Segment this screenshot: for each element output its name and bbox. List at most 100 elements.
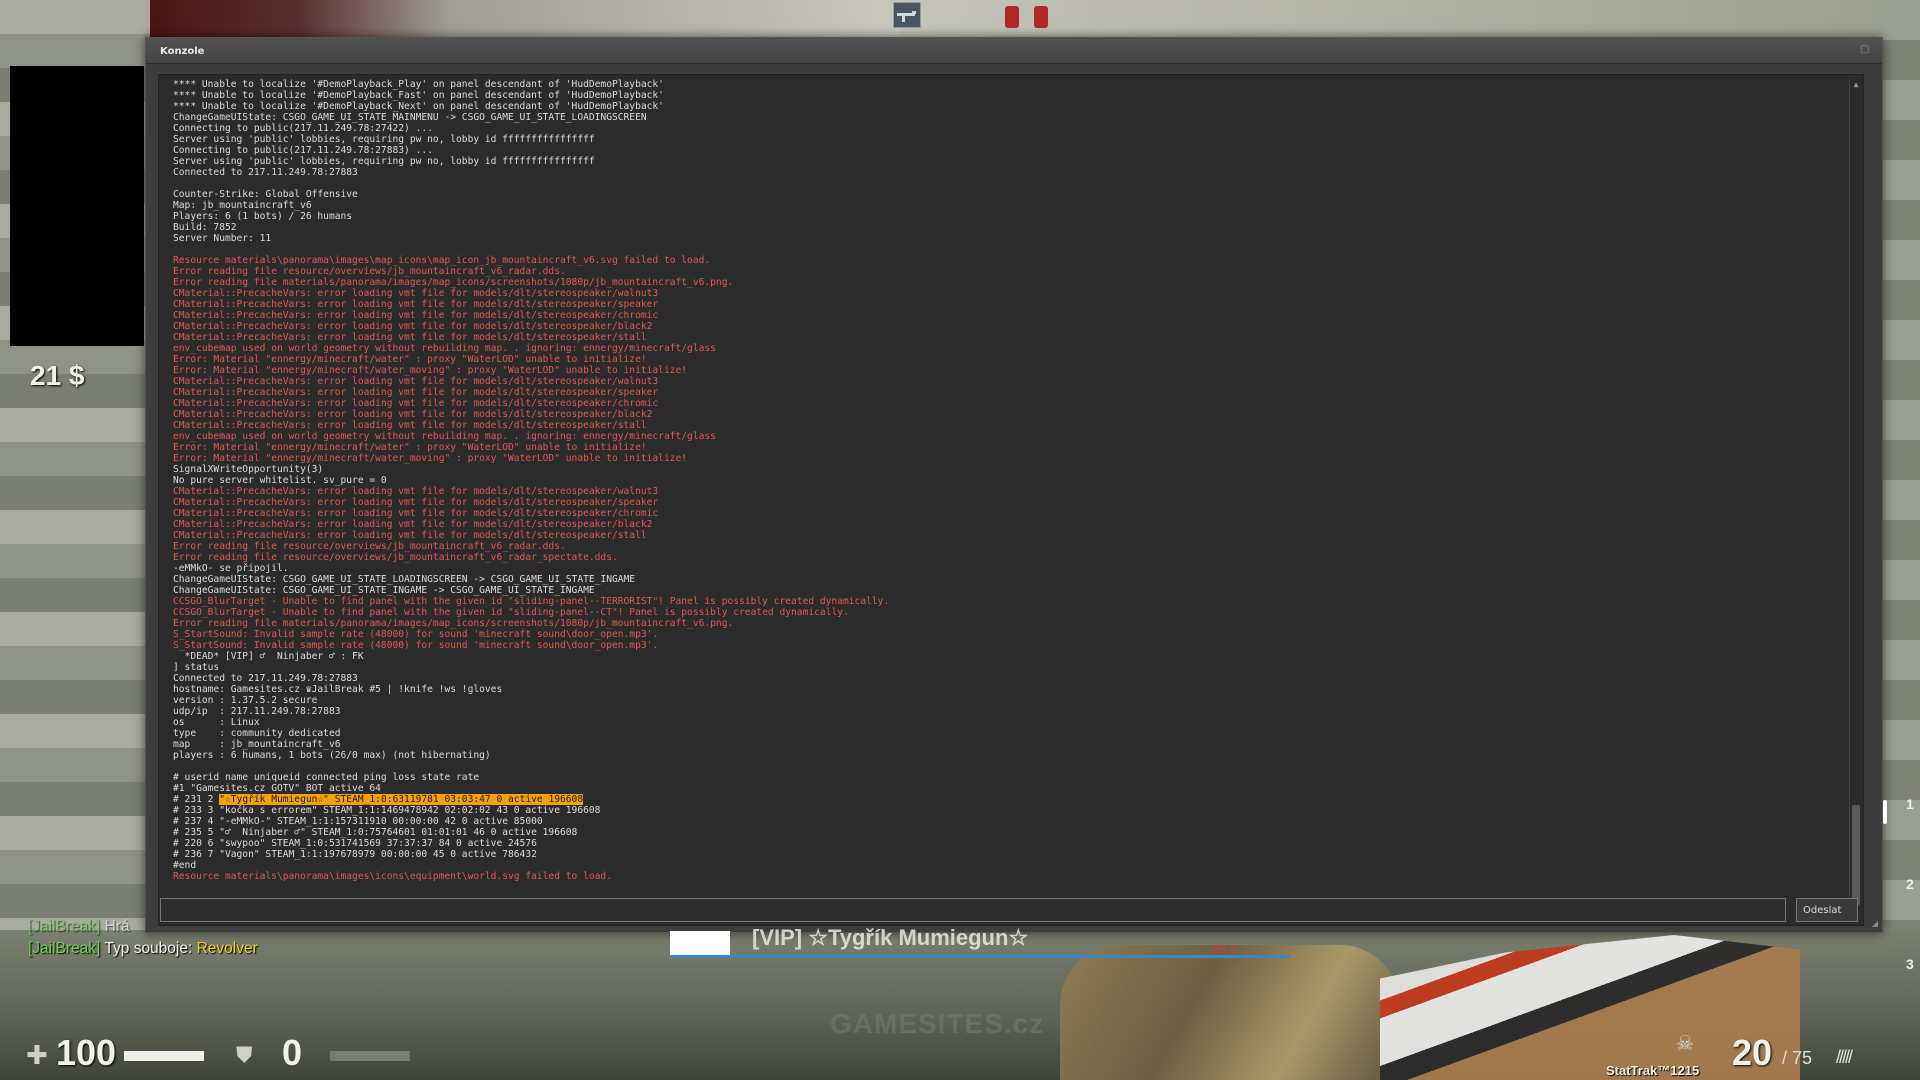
console-line-text: Resource materials\panorama\images\icons… [173, 871, 612, 882]
console-line-text: # 233 3 "kočka s errorem" STEAM_1:1:1469… [173, 805, 601, 816]
console-line: Error reading file resource/overviews/jb… [173, 552, 1863, 563]
scroll-thumb[interactable] [1852, 805, 1860, 905]
chat-value: Revolver [196, 940, 258, 957]
console-line: Server using 'public' lobbies, requiring… [173, 134, 1863, 145]
armor-shield-icon: ⛊ [236, 1043, 253, 1068]
console-line: type : community dedicated [173, 728, 1863, 739]
console-line-text: # 231 2 [173, 794, 220, 805]
console-line: Map: jb_mountaincraft_v6 [173, 200, 1863, 211]
console-line-text: CMaterial::PrecacheVars: error loading v… [173, 310, 659, 321]
console-line-text: CMaterial::PrecacheVars: error loading v… [173, 508, 659, 519]
health-bar [124, 1051, 204, 1061]
scroll-up-icon[interactable]: ▲ [1851, 79, 1861, 89]
console-line: CMaterial::PrecacheVars: error loading v… [173, 497, 1863, 508]
console-line-text: # userid name uniqueid connected ping lo… [173, 772, 480, 783]
console-line-text: **** Unable to localize '#DemoPlayback_F… [173, 90, 664, 101]
console-line: **** Unable to localize '#DemoPlayback_N… [173, 101, 1863, 112]
console-line: Error: Material "ennergy/minecraft/water… [173, 453, 1863, 464]
console-line-text: CMaterial::PrecacheVars: error loading v… [173, 530, 647, 541]
console-line: CMaterial::PrecacheVars: error loading v… [173, 321, 1863, 332]
console-line: CMaterial::PrecacheVars: error loading v… [173, 508, 1863, 519]
console-submit-button[interactable]: Odeslat [1796, 898, 1858, 922]
target-health-bar [670, 931, 730, 955]
console-line: Error: Material "ennergy/minecraft/water… [173, 365, 1863, 376]
console-line-text: os : Linux [173, 717, 260, 728]
weapon-slot-2: 2 [1906, 876, 1914, 892]
console-line: CMaterial::PrecacheVars: error loading v… [173, 486, 1863, 497]
close-icon[interactable]: ▢ [1860, 45, 1870, 55]
target-underline [670, 955, 1290, 958]
console-line-text: CMaterial::PrecacheVars: error loading v… [173, 486, 659, 497]
console-line: SignalXWriteOpportunity(3) [173, 464, 1863, 475]
money-display: 21 $ [30, 360, 85, 391]
console-command-input[interactable] [160, 898, 1786, 922]
console-window[interactable]: Konzole ▢ **** Unable to localize '#Demo… [145, 37, 1883, 933]
console-line-text: CCSGO_BlurTarget - Unable to find panel … [173, 607, 849, 618]
console-line: # 236 7 "Vagon" STEAM_1:1:197678979 00:0… [173, 849, 1863, 860]
console-line-text: Error: Material "ennergy/minecraft/water… [173, 453, 688, 464]
console-line-text: S_StartSound: Invalid sample rate (48000… [173, 640, 659, 651]
console-line-text: # 237 4 "-eMMkO-" STEAM_1:1:157311910 00… [173, 816, 543, 827]
console-output[interactable]: **** Unable to localize '#DemoPlayback_P… [158, 74, 1864, 926]
console-line: Counter-Strike: Global Offensive [173, 189, 1863, 200]
chat-line: [JailBreak] Hrá [28, 918, 130, 936]
health-value: 100 [56, 1032, 117, 1073]
target-player-name: [VIP] ☆Tygřík Mumiegun☆ [752, 925, 1029, 950]
console-line: CMaterial::PrecacheVars: error loading v… [173, 376, 1863, 387]
console-line: Error reading file materials/panorama/im… [173, 277, 1863, 288]
target-hint: xB-1 [1212, 942, 1237, 956]
console-line: CMaterial::PrecacheVars: error loading v… [173, 299, 1863, 310]
console-line-text: udp/ip : 217.11.249.78:27883 [173, 706, 341, 717]
console-line-text: ] status [173, 662, 220, 673]
chat-text: Typ souboje: [100, 940, 197, 957]
console-title-bar[interactable]: Konzole ▢ [146, 38, 1882, 64]
console-line: ] status [173, 662, 1863, 673]
console-line-text: Error reading file resource/overviews/jb… [173, 552, 618, 563]
scene-wall-right [1880, 0, 1920, 1080]
console-line: Resource materials\panorama\images\map_i… [173, 255, 1863, 266]
console-line-text: Error: Material "ennergy/minecraft/water… [173, 442, 647, 453]
console-line: ChangeGameUIState: CSGO_GAME_UI_STATE_MA… [173, 112, 1863, 123]
console-line-text: SignalXWriteOpportunity(3) [173, 464, 324, 475]
console-line-text: Server using 'public' lobbies, requiring… [173, 134, 595, 145]
console-line: CMaterial::PrecacheVars: error loading v… [173, 332, 1863, 343]
resize-grip-icon[interactable]: ◢ [1872, 919, 1878, 928]
console-line: CMaterial::PrecacheVars: error loading v… [173, 288, 1863, 299]
console-line-text: CMaterial::PrecacheVars: error loading v… [173, 497, 659, 508]
console-line: # 235 5 "♂ Ninjaber ♂" STEAM_1:0:7576460… [173, 827, 1863, 838]
console-line: **** Unable to localize '#DemoPlayback_F… [173, 90, 1863, 101]
console-line: CCSGO_BlurTarget - Unable to find panel … [173, 596, 1863, 607]
console-line-text: CMaterial::PrecacheVars: error loading v… [173, 288, 659, 299]
console-line-text: Error reading file materials/panorama/im… [173, 618, 734, 629]
console-line: #end [173, 860, 1863, 871]
console-line: players : 6 humans, 1 bots (26/0 max) (n… [173, 750, 1863, 761]
console-line-text: version : 1.37.5.2 secure [173, 695, 318, 706]
console-line-text: env_cubemap used on world geometry witho… [173, 431, 716, 442]
console-line: CMaterial::PrecacheVars: error loading v… [173, 310, 1863, 321]
console-line-text: map : jb_mountaincraft_v6 [173, 739, 341, 750]
armor-bar [330, 1051, 410, 1061]
console-line: *DEAD* [VIP] ♂ Ninjaber ♂ : FK [173, 651, 1863, 662]
console-line: Error reading file materials/panorama/im… [173, 618, 1863, 629]
console-line: CMaterial::PrecacheVars: error loading v… [173, 420, 1863, 431]
chat-tag: [JailBreak] [28, 918, 101, 935]
ammo-bullets-icon: ///// [1836, 1047, 1853, 1067]
console-line: # 233 3 "kočka s errorem" STEAM_1:1:1469… [173, 805, 1863, 816]
health-cross-icon: ✚ [26, 1041, 48, 1071]
console-line-text: Build: 7852 [173, 222, 237, 233]
ammo-clip: 20 [1732, 1032, 1773, 1073]
console-line: Players: 6 (1 bots) / 26 humans [173, 211, 1863, 222]
chat-tag: [JailBreak] [28, 940, 101, 957]
console-line: # 231 2 "☆Tygřík Mumiegun☆" STEAM_1:0:63… [173, 794, 1863, 805]
console-line: CMaterial::PrecacheVars: error loading v… [173, 530, 1863, 541]
console-line: Error reading file resource/overviews/jb… [173, 541, 1863, 552]
console-line: Server Number: 11 [173, 233, 1863, 244]
scene-ceiling-left [150, 0, 900, 40]
console-line-text: Error: Material "ennergy/minecraft/water… [173, 354, 647, 365]
console-scrollbar[interactable]: ▲ ▼ [1849, 79, 1861, 921]
console-line-text: # 236 7 "Vagon" STEAM_1:1:197678979 00:0… [173, 849, 537, 860]
console-line-text: **** Unable to localize '#DemoPlayback_N… [173, 101, 664, 112]
console-line-text: CMaterial::PrecacheVars: error loading v… [173, 321, 653, 332]
